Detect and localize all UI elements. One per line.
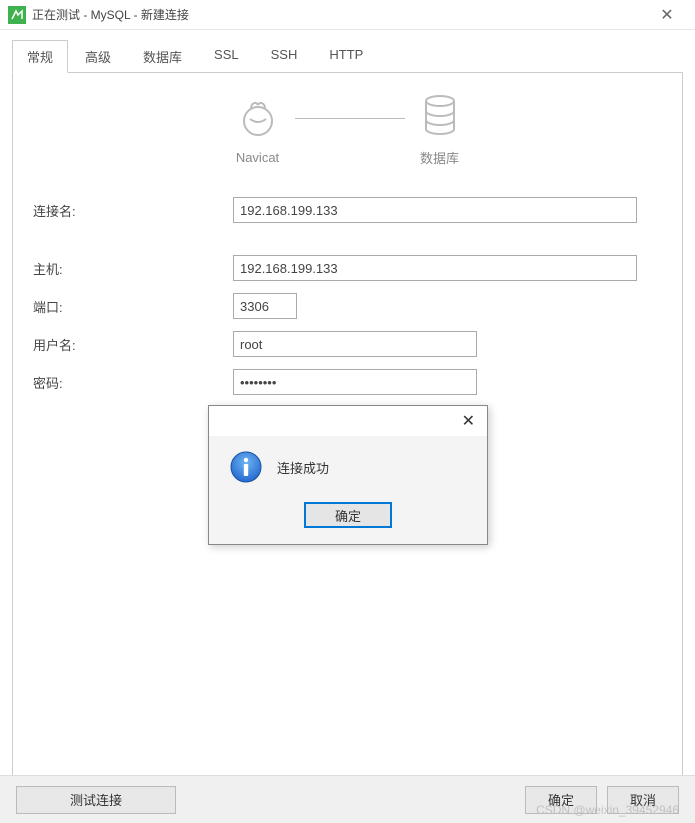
diagram-navicat: Navicat — [236, 95, 280, 165]
tab-database[interactable]: 数据库 — [128, 40, 197, 73]
message-close-button[interactable]: ✕ — [458, 411, 479, 431]
diagram-database: 数据库 — [420, 93, 460, 167]
tab-bar: 常规 高级 数据库 SSL SSH HTTP — [0, 30, 695, 73]
window-close-button[interactable]: ✕ — [647, 0, 687, 30]
port-label: 端口: — [33, 297, 233, 316]
tab-ssh[interactable]: SSH — [256, 40, 313, 73]
database-icon — [420, 93, 460, 140]
diagram-database-label: 数据库 — [420, 148, 459, 167]
host-label: 主机: — [33, 259, 233, 278]
info-icon — [229, 450, 263, 484]
tab-general[interactable]: 常规 — [12, 40, 68, 73]
app-icon — [8, 6, 26, 24]
message-dialog-titlebar: ✕ — [209, 406, 487, 436]
conn-name-label: 连接名: — [33, 201, 233, 220]
titlebar: 正在测试 - MySQL - 新建连接 ✕ — [0, 0, 695, 30]
tab-http[interactable]: HTTP — [314, 40, 378, 73]
tab-advanced[interactable]: 高级 — [70, 40, 126, 73]
password-label: 密码: — [33, 373, 233, 392]
tab-ssl[interactable]: SSL — [199, 40, 254, 73]
connection-diagram: Navicat 数据库 — [13, 73, 682, 177]
user-input[interactable] — [233, 331, 477, 357]
message-text: 连接成功 — [277, 458, 329, 477]
diagram-connector-line — [295, 118, 405, 119]
port-input[interactable] — [233, 293, 297, 319]
diagram-navicat-label: Navicat — [236, 150, 279, 165]
password-input[interactable] — [233, 369, 477, 395]
window-title: 正在测试 - MySQL - 新建连接 — [32, 6, 647, 23]
user-label: 用户名: — [33, 335, 233, 354]
test-connection-button[interactable]: 测试连接 — [16, 786, 176, 814]
navicat-icon — [236, 95, 280, 142]
host-input[interactable] — [233, 255, 637, 281]
watermark: CSDN @weixin_39452946 — [536, 803, 679, 817]
conn-name-input[interactable] — [233, 197, 637, 223]
connection-form: 连接名: 主机: 端口: 用户名: 密码: ✓ 保存密码 — [13, 177, 682, 433]
message-dialog: ✕ 连接成功 确定 — [208, 405, 488, 545]
message-ok-button[interactable]: 确定 — [304, 502, 392, 528]
